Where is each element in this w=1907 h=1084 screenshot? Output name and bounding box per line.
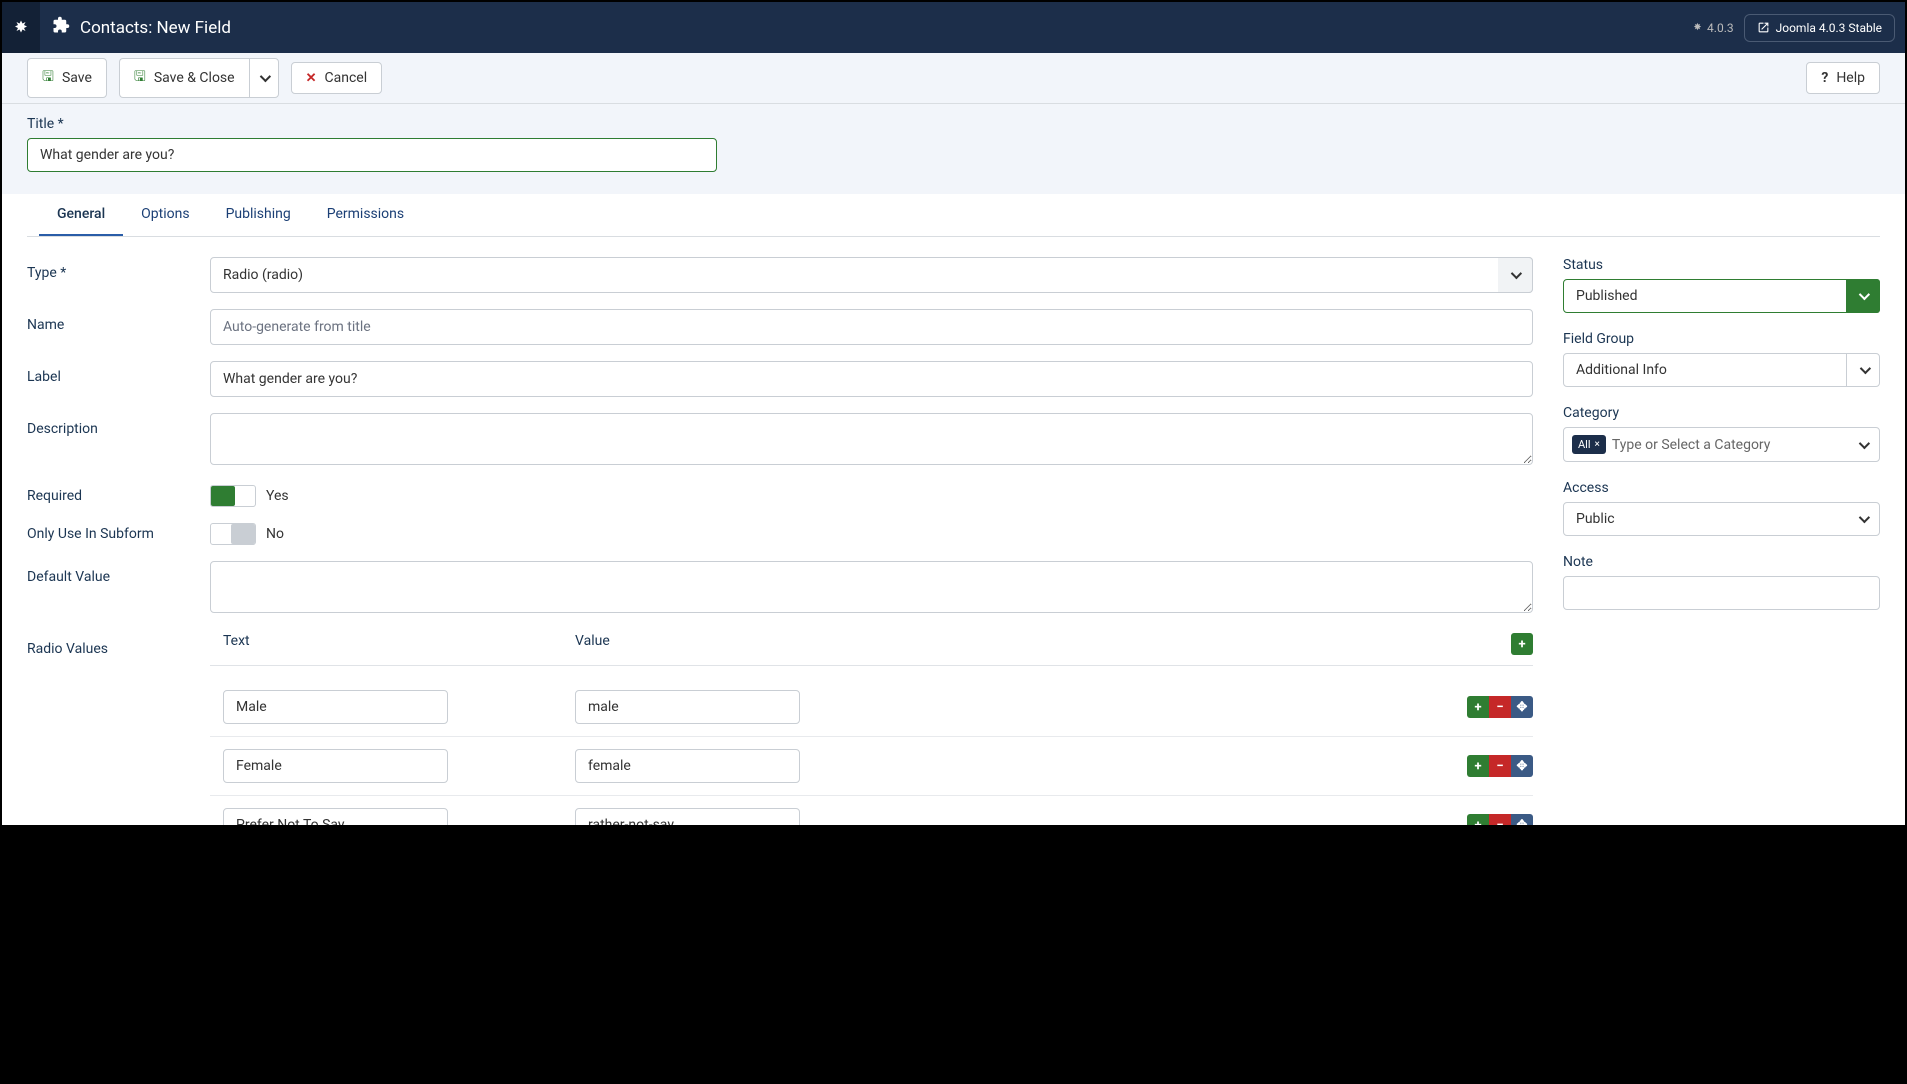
- add-row-button[interactable]: +: [1467, 814, 1489, 825]
- radio-row: + − ✥: [210, 796, 1533, 825]
- access-select[interactable]: Public: [1563, 502, 1880, 536]
- category-label: Category: [1563, 405, 1880, 421]
- remove-chip-icon[interactable]: ×: [1595, 439, 1600, 450]
- remove-row-button[interactable]: −: [1489, 755, 1511, 777]
- access-label: Access: [1563, 480, 1880, 496]
- radio-row: + − ✥: [210, 737, 1533, 796]
- remove-row-button[interactable]: −: [1489, 696, 1511, 718]
- save-icon: 🖫: [42, 66, 54, 90]
- type-label: Type *: [27, 257, 210, 281]
- title-input[interactable]: [27, 138, 717, 172]
- title-area: Title *: [2, 104, 1905, 194]
- note-input[interactable]: [1563, 576, 1880, 610]
- tab-permissions[interactable]: Permissions: [309, 194, 422, 236]
- radio-header-value: Value: [575, 633, 1511, 655]
- type-select[interactable]: Radio (radio): [210, 257, 1533, 293]
- status-select[interactable]: Published: [1563, 279, 1880, 313]
- version-small[interactable]: 4.0.3: [1692, 21, 1734, 35]
- default-value-label: Default Value: [27, 561, 210, 585]
- category-chip[interactable]: All ×: [1572, 435, 1606, 454]
- label-label: Label: [27, 361, 210, 385]
- title-label: Title *: [27, 116, 1880, 132]
- description-input[interactable]: [210, 413, 1533, 465]
- radio-value-input[interactable]: [575, 808, 800, 825]
- name-label: Name: [27, 309, 210, 333]
- tabs: General Options Publishing Permissions: [27, 194, 1880, 237]
- remove-row-button[interactable]: −: [1489, 814, 1511, 825]
- required-label: Required: [27, 488, 210, 504]
- subform-label: Only Use In Subform: [27, 526, 210, 542]
- page-title: Contacts: New Field: [80, 18, 231, 38]
- chevron-down-icon: [259, 71, 270, 82]
- help-button[interactable]: ? Help: [1806, 62, 1880, 94]
- save-dropdown-button[interactable]: [249, 58, 279, 98]
- note-label: Note: [1563, 554, 1880, 570]
- radio-value-input[interactable]: [575, 690, 800, 724]
- field-group-label: Field Group: [1563, 331, 1880, 347]
- save-button[interactable]: 🖫 Save: [27, 58, 107, 98]
- add-row-button[interactable]: +: [1467, 755, 1489, 777]
- field-group-select[interactable]: Additional Info: [1563, 353, 1880, 387]
- radio-text-input[interactable]: [223, 749, 448, 783]
- radio-header-text: Text: [210, 633, 575, 655]
- subform-toggle[interactable]: [210, 523, 256, 545]
- radio-text-input[interactable]: [223, 690, 448, 724]
- save-close-button[interactable]: 🖫 Save & Close: [119, 58, 249, 98]
- add-row-button[interactable]: +: [1467, 696, 1489, 718]
- help-icon: ?: [1821, 70, 1828, 86]
- default-value-input[interactable]: [210, 561, 1533, 613]
- required-toggle[interactable]: [210, 485, 256, 507]
- label-input[interactable]: [210, 361, 1533, 397]
- tab-options[interactable]: Options: [123, 194, 207, 236]
- radio-row: + − ✥: [210, 678, 1533, 737]
- tab-general[interactable]: General: [39, 194, 123, 236]
- header-bar: Contacts: New Field 4.0.3 Joomla 4.0.3 S…: [2, 2, 1905, 53]
- toolbar: 🖫 Save 🖫 Save & Close ✕ Cancel ? Help: [2, 53, 1905, 104]
- joomla-logo-icon[interactable]: [2, 2, 40, 53]
- required-value: Yes: [266, 488, 289, 504]
- radio-value-input[interactable]: [575, 749, 800, 783]
- cancel-button[interactable]: ✕ Cancel: [291, 62, 383, 94]
- save-icon: 🖫: [134, 66, 146, 90]
- move-row-button[interactable]: ✥: [1511, 755, 1533, 777]
- radio-text-input[interactable]: [223, 808, 448, 825]
- category-select[interactable]: All × Type or Select a Category: [1563, 427, 1880, 462]
- radio-values-label: Radio Values: [27, 633, 210, 657]
- move-row-button[interactable]: ✥: [1511, 814, 1533, 825]
- tab-publishing[interactable]: Publishing: [208, 194, 309, 236]
- close-icon: ✕: [306, 71, 317, 86]
- version-badge[interactable]: Joomla 4.0.3 Stable: [1744, 14, 1895, 42]
- puzzle-icon: [52, 16, 70, 39]
- description-label: Description: [27, 413, 210, 437]
- name-input[interactable]: [210, 309, 1533, 345]
- add-row-button[interactable]: +: [1511, 633, 1533, 655]
- move-row-button[interactable]: ✥: [1511, 696, 1533, 718]
- status-label: Status: [1563, 257, 1880, 273]
- subform-value: No: [266, 526, 284, 542]
